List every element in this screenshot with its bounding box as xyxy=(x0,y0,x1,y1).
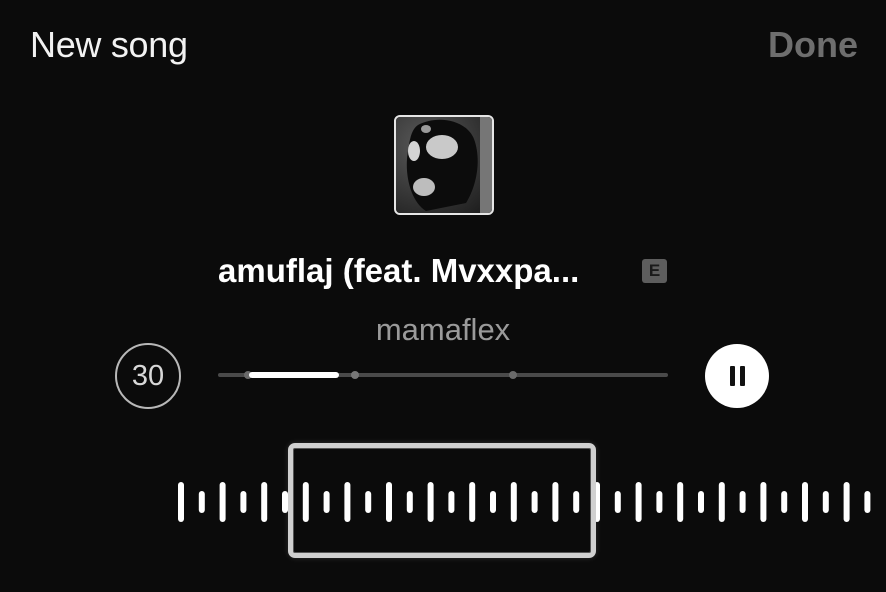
waveform-bar xyxy=(802,482,808,522)
waveform-bar xyxy=(781,491,788,513)
waveform-bar xyxy=(822,491,829,513)
waveform-bar xyxy=(843,482,850,522)
waveform-bar xyxy=(614,491,621,513)
clip-duration-button[interactable]: 30 xyxy=(115,343,181,409)
waveform-bar xyxy=(178,482,184,522)
clip-selection-window[interactable] xyxy=(288,443,596,558)
waveform-bar xyxy=(240,491,247,513)
waveform-bar xyxy=(635,482,642,522)
song-title: amuflaj (feat. Mvxxpa... xyxy=(218,252,580,289)
artist-name: mamaflex xyxy=(375,312,511,347)
progress-selection[interactable] xyxy=(249,372,339,378)
pause-icon xyxy=(740,366,745,386)
waveform-bar xyxy=(656,491,663,513)
section-marker xyxy=(351,371,359,379)
waveform-bar xyxy=(198,491,205,513)
waveform-bar xyxy=(718,482,725,522)
waveform-bar xyxy=(760,482,767,522)
album-artwork xyxy=(394,115,494,215)
waveform-bar xyxy=(261,482,268,522)
waveform-bar xyxy=(698,491,704,513)
pause-button[interactable] xyxy=(705,344,769,408)
done-button[interactable]: Done xyxy=(768,24,858,66)
waveform-bar xyxy=(219,482,226,522)
section-marker xyxy=(509,371,517,379)
waveform-bar xyxy=(864,491,871,513)
artwork-image xyxy=(396,117,492,213)
waveform-bar xyxy=(739,491,746,513)
page-title: New song xyxy=(30,24,188,65)
explicit-badge: E xyxy=(642,259,667,283)
pause-icon xyxy=(730,366,735,386)
waveform-bar xyxy=(677,482,684,522)
